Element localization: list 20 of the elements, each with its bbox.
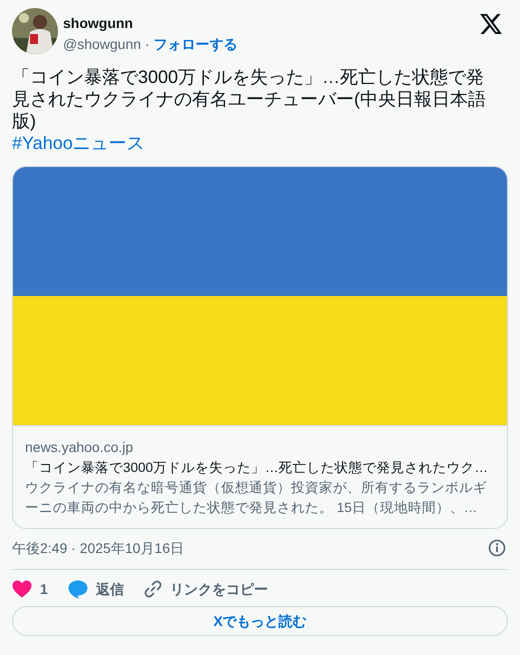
author-handle[interactable]: @showgunn	[63, 34, 142, 54]
card-title: 「コイン暴落で3000万ドルを失った」…死亡した状態で発見されたウク…	[25, 459, 490, 477]
heart-icon[interactable]	[12, 580, 32, 598]
separator: ·	[145, 35, 150, 54]
card-description: ウクライナの有名な暗号通貨（仮想通貨）投資家が、所有するランボルギーニの車両の中から死亡した状態で発見された。 15日（現地時間）、…	[25, 479, 488, 517]
link-card[interactable]: news.yahoo.co.jp 「コイン暴落で3000万ドルを失った」…死亡した状態で発見されたウク… ウクライナの有名な暗号通貨（仮想通貨）投資家が、所有するランボルギーニの車両の中から死亡した状態で発見された。 15日（現地時間）、…	[12, 166, 508, 529]
follow-link[interactable]: フォローする	[154, 34, 238, 54]
card-domain: news.yahoo.co.jp	[25, 438, 134, 456]
action-label[interactable]: リンクをコピー	[170, 578, 268, 600]
x-logo-icon[interactable]	[480, 14, 502, 34]
action-label[interactable]: 返信	[96, 578, 124, 600]
action-label[interactable]: 1	[40, 578, 48, 600]
author-name[interactable]: showgunn	[63, 14, 238, 32]
tweet-text: 「コイン暴落で3000万ドルを失った」…死亡した状態で発見されたウクライナの有名ユーチューバー(中央日報日本語版)	[12, 66, 487, 132]
timestamp[interactable]: 午後2:49 · 2025年10月16日	[12, 538, 184, 558]
read-more-button[interactable]: Xでもっと読む	[12, 606, 508, 636]
info-icon[interactable]	[488, 539, 506, 557]
hashtag-link[interactable]: #Yahooニュース	[12, 132, 145, 154]
speech-bubble-icon[interactable]	[68, 580, 88, 598]
link-icon[interactable]	[144, 580, 162, 598]
